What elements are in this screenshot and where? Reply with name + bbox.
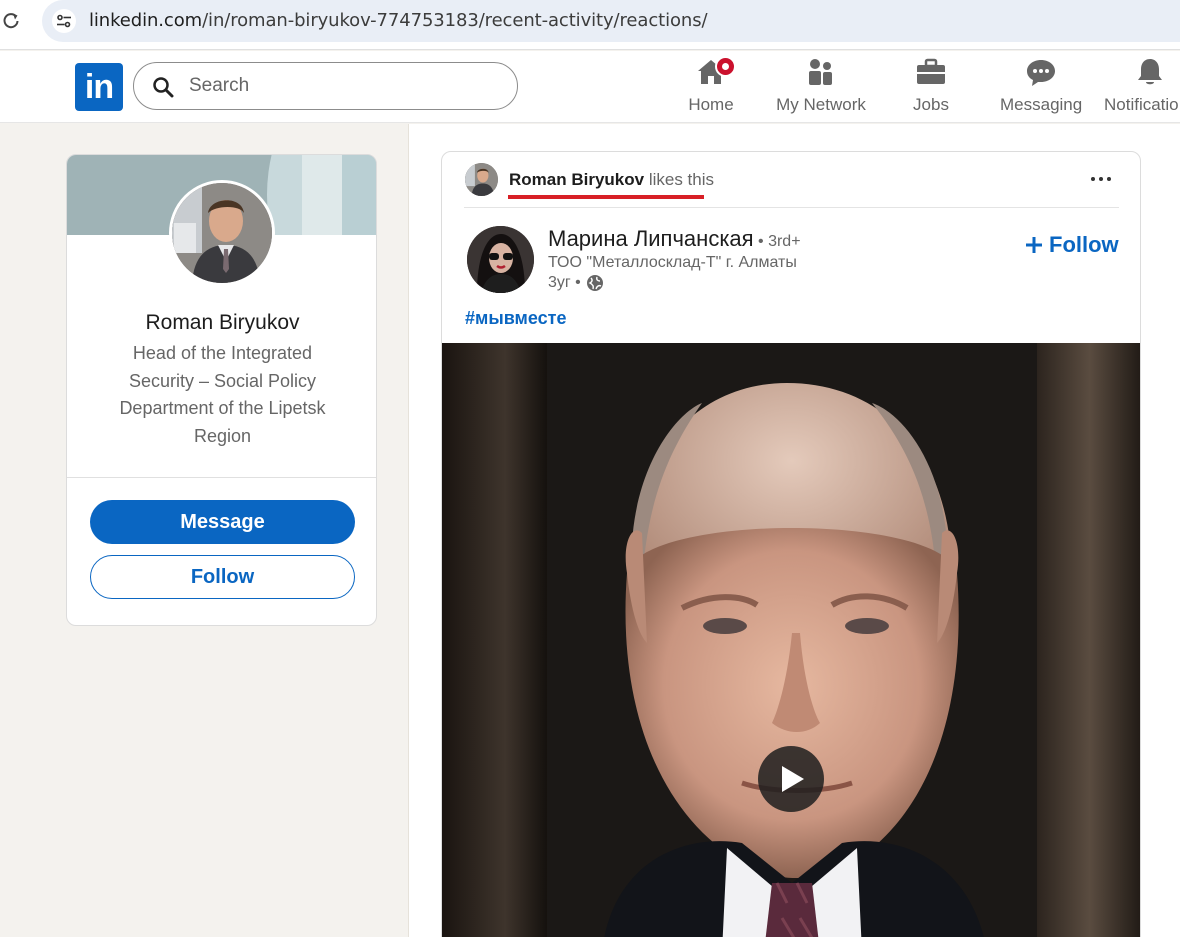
nav-notifications[interactable]: Notificatio — [1102, 56, 1180, 118]
follow-button[interactable]: Follow — [90, 555, 355, 599]
nav-my-network[interactable]: My Network — [774, 56, 868, 118]
connection-degree: • 3rd+ — [753, 233, 801, 250]
activity-divider — [464, 207, 1119, 208]
card-divider — [67, 477, 376, 478]
post-time-text: 3уг • — [548, 274, 581, 291]
video-frame — [442, 343, 1140, 937]
play-icon[interactable] — [758, 746, 824, 812]
nav-home-label: Home — [688, 95, 734, 114]
reload-icon[interactable] — [0, 8, 22, 34]
search-input[interactable] — [189, 73, 489, 99]
profile-name: Roman Biryukov — [145, 311, 300, 334]
nav-home[interactable]: Home — [683, 56, 739, 118]
actor-name[interactable]: Roman Biryukov — [509, 170, 644, 189]
profile-card: Roman Biryukov Head of the Integrated Se… — [66, 154, 377, 626]
profile-avatar[interactable] — [169, 180, 275, 286]
post-timestamp: 3уг • — [548, 274, 604, 292]
profile-headline: Head of the Integrated Security – Social… — [119, 343, 326, 446]
highlight-underline — [508, 195, 704, 199]
browser-toolbar: linkedin.com/in/roman-biryukov-774753183… — [0, 0, 1180, 50]
plus-icon — [1026, 237, 1042, 253]
search-icon — [153, 77, 174, 98]
network-icon — [805, 56, 837, 88]
bell-icon — [1134, 56, 1166, 88]
activity-header: Roman Biryukov likes this — [442, 152, 1140, 208]
follow-author-button[interactable]: Follow — [1025, 232, 1119, 258]
address-bar[interactable]: linkedin.com/in/roman-biryukov-774753183… — [42, 0, 1180, 42]
nav-my-network-label: My Network — [776, 95, 866, 114]
url-text: linkedin.com/in/roman-biryukov-774753183… — [89, 10, 708, 31]
post-hashtag[interactable]: #мывместе — [465, 308, 566, 329]
briefcase-icon — [915, 56, 947, 88]
message-button[interactable]: Message — [90, 500, 355, 544]
post-card: Roman Biryukov likes this Марина Липчанс… — [441, 151, 1141, 937]
column-divider — [408, 124, 409, 937]
url-path: /in/roman-biryukov-774753183/recent-acti… — [202, 10, 708, 31]
nav-jobs-label: Jobs — [913, 95, 949, 114]
nav-messaging-label: Messaging — [1000, 95, 1083, 114]
follow-author-label: Follow — [1049, 232, 1119, 257]
author-avatar[interactable] — [467, 226, 534, 293]
post-video[interactable] — [442, 343, 1140, 937]
notification-badge — [715, 56, 736, 77]
activity-action: likes this — [644, 170, 715, 189]
more-options-icon[interactable] — [1084, 166, 1118, 192]
author-name-text: Марина Липчанская — [548, 226, 754, 251]
linkedin-logo[interactable]: in — [75, 63, 123, 111]
search-box[interactable] — [133, 62, 518, 110]
author-name[interactable]: Марина Липчанская • 3rd+ — [548, 226, 801, 252]
activity-text: Roman Biryukov likes this — [509, 170, 714, 190]
site-info-icon[interactable] — [52, 9, 76, 33]
url-host: linkedin.com — [89, 10, 203, 31]
nav-notifications-label: Notificatio — [1104, 95, 1179, 114]
globe-icon — [586, 275, 603, 291]
nav-messaging[interactable]: Messaging — [1000, 56, 1082, 118]
nav-jobs[interactable]: Jobs — [908, 56, 954, 118]
author-organization: ТОО "Металлосклад-Т" г. Алматы — [548, 254, 797, 271]
messaging-icon — [1025, 56, 1057, 88]
home-icon — [695, 56, 736, 88]
actor-avatar[interactable] — [465, 163, 498, 196]
linkedin-navbar: in Home My Network Jobs Messaging Notifi… — [0, 51, 1180, 123]
